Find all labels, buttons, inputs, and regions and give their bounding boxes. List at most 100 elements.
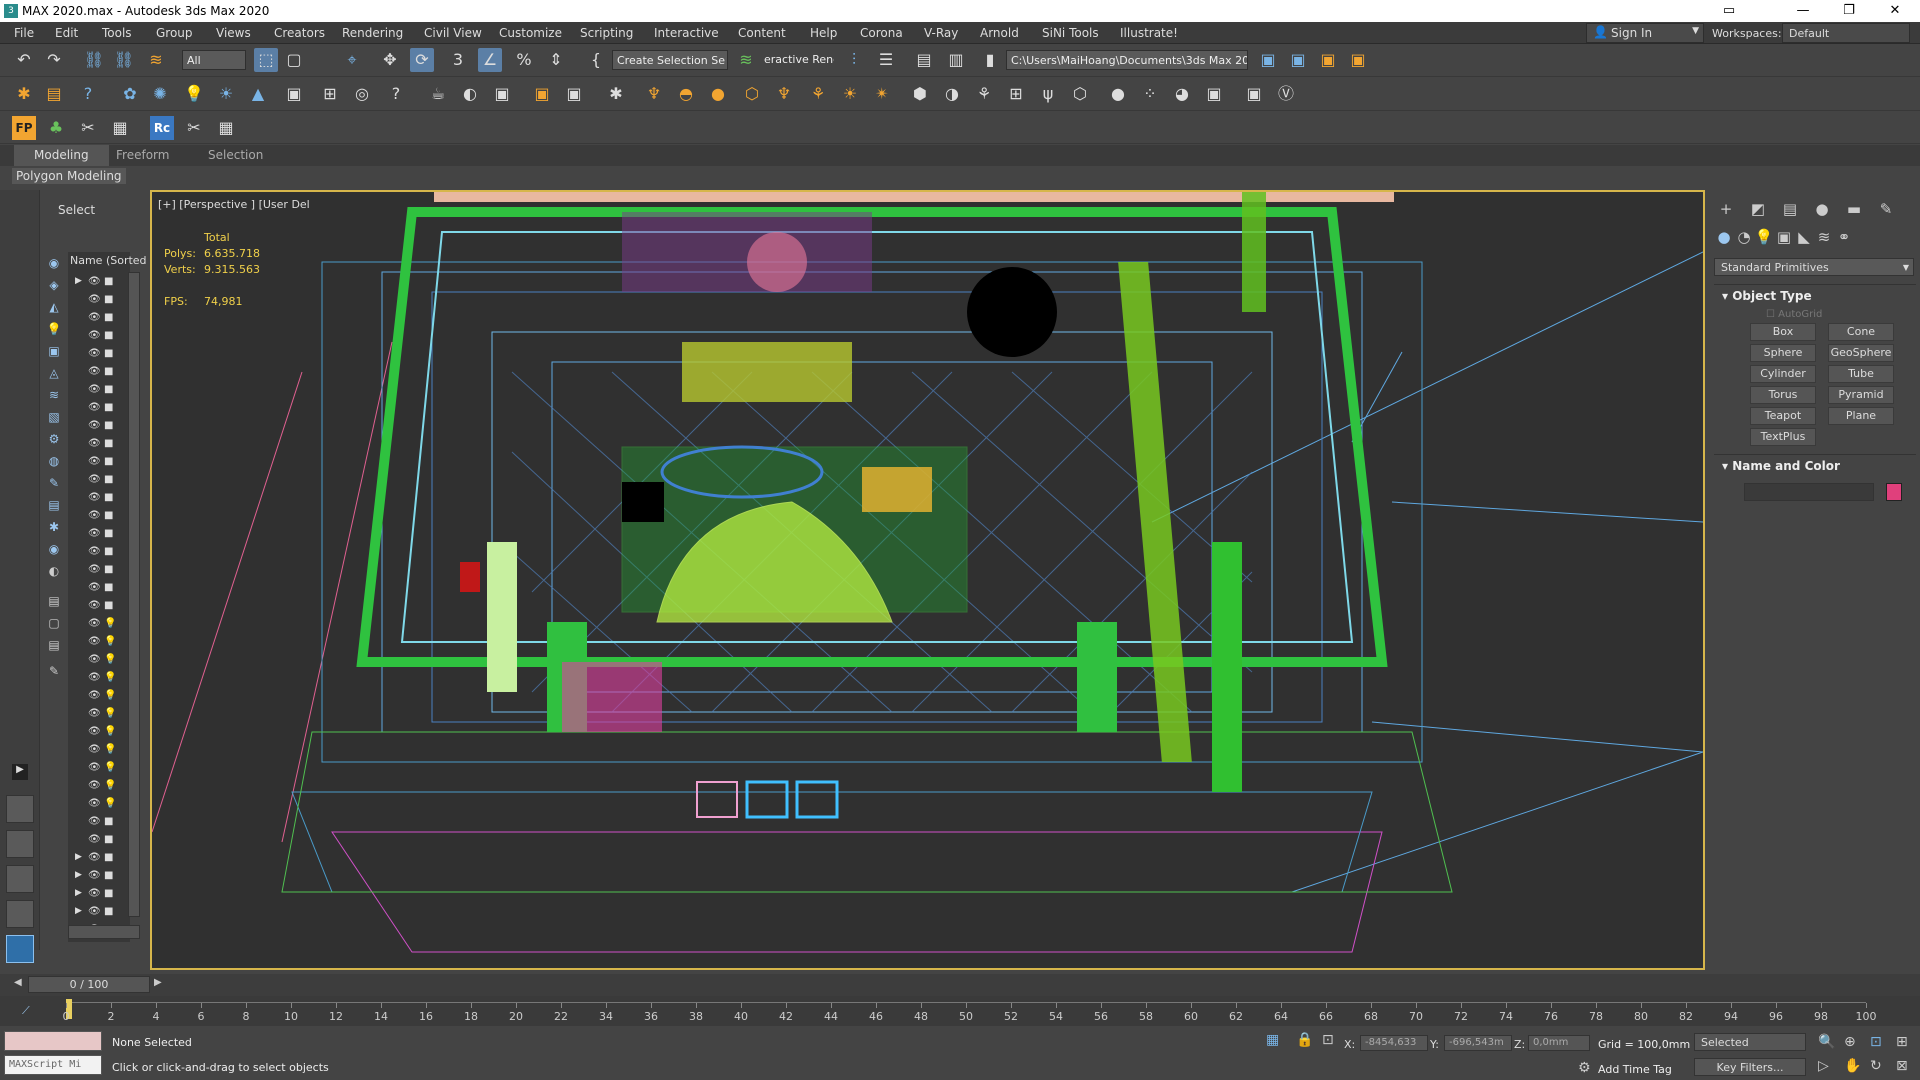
interactive-render-icon[interactable]: ≋	[734, 48, 758, 72]
scene-list-row[interactable]: 👁 ■	[70, 814, 130, 832]
eye-icon[interactable]: 👁	[88, 366, 101, 377]
corona-light-icon[interactable]: ♆	[642, 82, 666, 106]
perspective-viewport[interactable]: [+] [Perspective ] [User Del Total Polys…	[150, 190, 1705, 970]
corona-sky-icon[interactable]: ☀	[838, 82, 862, 106]
close-button[interactable]: ✕	[1872, 0, 1918, 22]
menu-interactive[interactable]: Interactive	[654, 26, 719, 40]
eye-icon[interactable]: 👁	[88, 744, 101, 755]
time-next-icon[interactable]: ▶	[154, 977, 162, 988]
link-icon[interactable]: ⛓	[82, 48, 106, 72]
scene-list-row[interactable]: 👁 ■	[70, 328, 130, 346]
eye-icon[interactable]: 👁	[88, 348, 101, 359]
scene-list-row[interactable]: ▶ 👁■	[70, 886, 130, 904]
scene-list-row[interactable]: 👁 💡	[70, 688, 130, 706]
spreadsheet-icon[interactable]: ▦	[214, 116, 238, 140]
scene-list-row[interactable]: 👁 💡	[70, 778, 130, 796]
plane-button[interactable]: Plane	[1828, 407, 1894, 425]
eye-icon[interactable]: 👁	[88, 456, 101, 467]
project-path-dropdown[interactable]: C:\Users\MaiHoang\Documents\3ds Max 2020	[1006, 50, 1248, 70]
menu-file[interactable]: File	[14, 26, 34, 40]
object-color-swatch[interactable]	[1886, 483, 1902, 501]
eye-icon[interactable]: 👁	[88, 330, 101, 341]
time-slider-thumb[interactable]: 0 / 100	[28, 976, 150, 993]
corona-dome-icon[interactable]: ◓	[674, 82, 698, 106]
grid-object-icon[interactable]: ⊞	[1004, 82, 1028, 106]
corona-cam-icon[interactable]: ⚘	[806, 82, 830, 106]
eye-icon[interactable]: 👁	[88, 726, 101, 737]
scene-list-row[interactable]: 👁 ■	[70, 418, 130, 436]
display-lights-icon[interactable]: 💡	[45, 320, 63, 338]
unlink-icon[interactable]: ⛓	[112, 48, 136, 72]
plugin-list-icon[interactable]: ▤	[42, 82, 66, 106]
scene-list-row[interactable]: 👁 ■	[70, 400, 130, 418]
menu-edit[interactable]: Edit	[55, 26, 78, 40]
scene-list-row[interactable]: 👁 💡	[70, 706, 130, 724]
eye-icon[interactable]: 👁	[88, 528, 101, 539]
scene-list-row[interactable]: 👁 💡	[70, 670, 130, 688]
eye-icon[interactable]: 👁	[88, 312, 101, 323]
tree-icon[interactable]: ♣	[44, 116, 68, 140]
menu-illustrate[interactable]: Illustrate!	[1120, 26, 1178, 40]
eye-icon[interactable]: 👁	[88, 798, 101, 809]
display-warps-icon[interactable]: ≋	[45, 386, 63, 404]
redo-icon[interactable]: ↷	[42, 48, 66, 72]
scene-list-row[interactable]: 👁 ■	[70, 490, 130, 508]
scene-list-row[interactable]: 👁 ■	[70, 382, 130, 400]
add-time-tag[interactable]: Add Time Tag	[1598, 1063, 1672, 1076]
primitive-type-dropdown[interactable]: Standard Primitives ▼	[1714, 258, 1914, 276]
render-region-icon[interactable]: ⊞	[318, 82, 342, 106]
scene-list-row[interactable]: ▶ 👁■	[70, 850, 130, 868]
scene-list-row[interactable]: 👁 ■	[70, 526, 130, 544]
eye-icon[interactable]: 👁	[88, 618, 101, 629]
object-type-title[interactable]: ▾ Object Type	[1714, 285, 1916, 307]
display-helpers-icon[interactable]: ◬	[45, 364, 63, 382]
select-region-icon[interactable]: ▢	[282, 48, 306, 72]
wrench-icon[interactable]: ✂	[182, 116, 206, 140]
fp-icon[interactable]: FP	[12, 116, 36, 140]
eye-icon[interactable]: 👁	[88, 420, 101, 431]
tab-freeform[interactable]: Freeform	[116, 148, 169, 162]
scene-list-hscrollbar[interactable]	[68, 925, 140, 939]
project-settings-icon[interactable]: ▣	[1316, 48, 1340, 72]
tab-selection[interactable]: Selection	[208, 148, 263, 162]
eye-icon[interactable]: 👁	[88, 762, 101, 773]
eye-icon[interactable]: 👁	[88, 672, 101, 683]
scene-list-row[interactable]: 👁 ■	[70, 562, 130, 580]
eye-icon[interactable]: 👁	[88, 708, 101, 719]
zoom-extents-all-icon[interactable]: ⊞	[1896, 1034, 1908, 1050]
properties-icon[interactable]: ▤	[45, 636, 63, 654]
select-by-name-icon[interactable]: ⌖	[340, 48, 364, 72]
grass-icon[interactable]: ψ	[1036, 82, 1060, 106]
curve-editor-icon[interactable]: ⟋	[22, 1004, 30, 1018]
scene-list-row[interactable]: 👁 💡	[70, 760, 130, 778]
eye-icon[interactable]: 👁	[88, 492, 101, 503]
menu-views[interactable]: Views	[216, 26, 251, 40]
align-icon[interactable]: ☰	[874, 48, 898, 72]
scene-list-row[interactable]: ▶ 👁■	[70, 274, 130, 292]
menu-civil-view[interactable]: Civil View	[424, 26, 482, 40]
menu-content[interactable]: Content	[738, 26, 786, 40]
display-containers-icon[interactable]: ✎	[45, 474, 63, 492]
scene-list-row[interactable]: 👁 💡	[70, 724, 130, 742]
frame-buffer-icon[interactable]: ▣	[282, 82, 306, 106]
info-icon[interactable]: ?	[384, 82, 408, 106]
fov-icon[interactable]: ▷	[1818, 1058, 1829, 1074]
project-folder-icon[interactable]: ▣	[1256, 48, 1280, 72]
eye-icon[interactable]: 👁	[88, 888, 101, 899]
autogrid-checkbox[interactable]: ☐ AutoGrid	[1766, 309, 1822, 320]
track-bar[interactable]: ⟋ 0 2 4 6 8 10 12 14 16 18 20 22 34 36 38 40 42 44 46 48 50 5…	[0, 996, 1920, 1026]
eye-icon[interactable]: 👁	[88, 474, 101, 485]
ribbon-toggle-icon[interactable]: ▮	[978, 48, 1002, 72]
maxscript-listener[interactable]	[4, 1031, 102, 1051]
utilities-tab-icon[interactable]: ✎	[1874, 198, 1898, 220]
teapot-icon[interactable]: ☕	[426, 82, 450, 106]
create-tab-icon[interactable]: +	[1714, 198, 1738, 220]
eye-icon[interactable]: 👁	[88, 294, 101, 305]
box-icon[interactable]: ⬢	[908, 82, 932, 106]
doc-icon[interactable]: ▤	[45, 592, 63, 610]
camera-icon[interactable]: ▣	[490, 82, 514, 106]
expand-arrow-icon[interactable]: ▶	[75, 906, 82, 916]
angle-snap-icon[interactable]: ∠	[478, 48, 502, 72]
plugin-tree-icon[interactable]: ✱	[12, 82, 36, 106]
eye-icon[interactable]: 👁	[88, 276, 101, 287]
